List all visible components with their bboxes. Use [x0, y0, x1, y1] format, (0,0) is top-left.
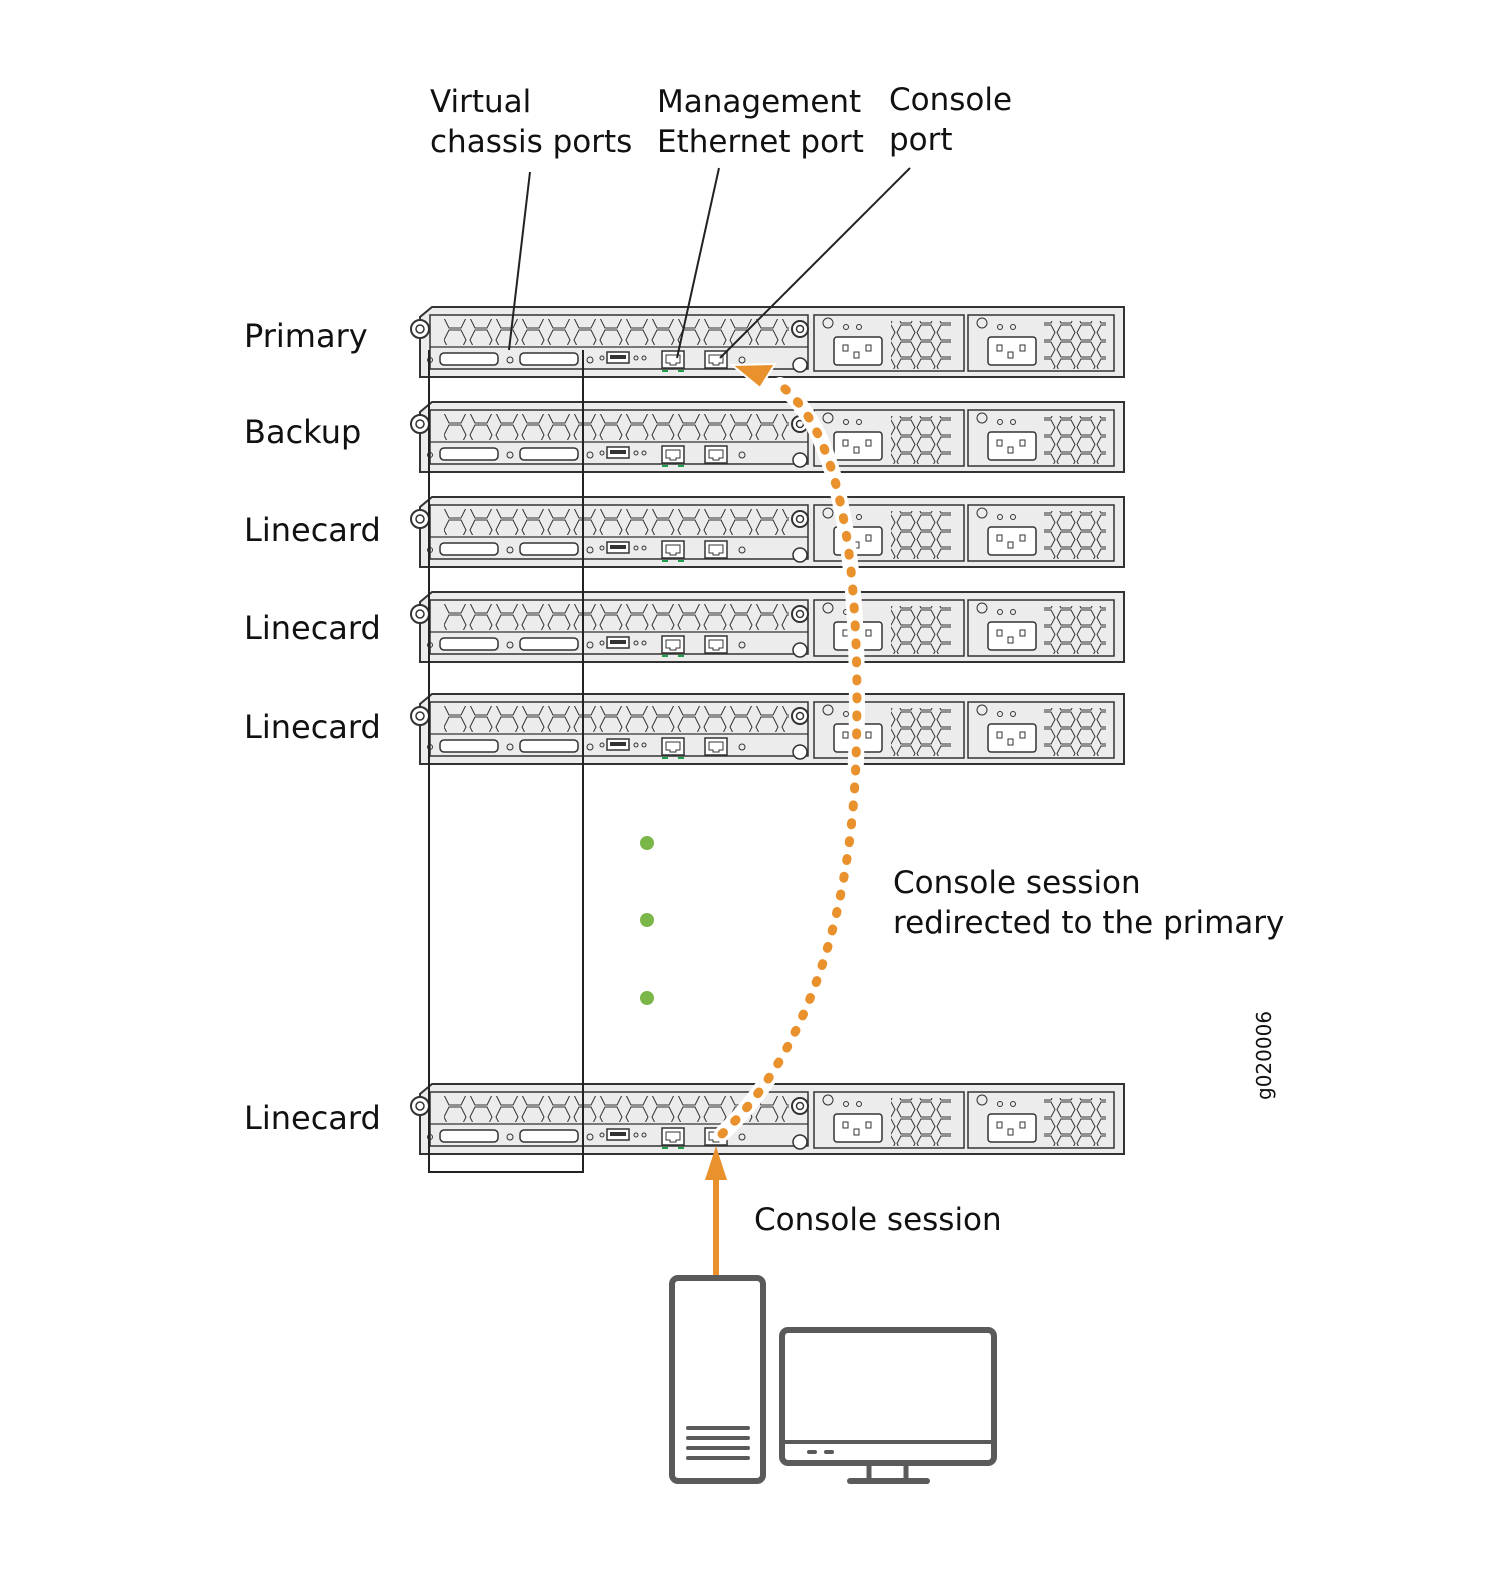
monitor-icon	[779, 1327, 997, 1484]
ellipsis-dot	[640, 991, 654, 1005]
switch-linecard-2	[410, 591, 1125, 663]
switch-linecard-1	[410, 496, 1125, 568]
ellipsis-dot	[640, 836, 654, 850]
diagram-canvas	[410, 167, 1125, 1484]
switch-backup	[410, 401, 1125, 473]
pc-tower-icon	[669, 1275, 766, 1484]
switch-linecard-3	[410, 693, 1125, 765]
ellipsis-dot	[640, 913, 654, 927]
switch-linecard-last	[410, 1083, 1125, 1155]
